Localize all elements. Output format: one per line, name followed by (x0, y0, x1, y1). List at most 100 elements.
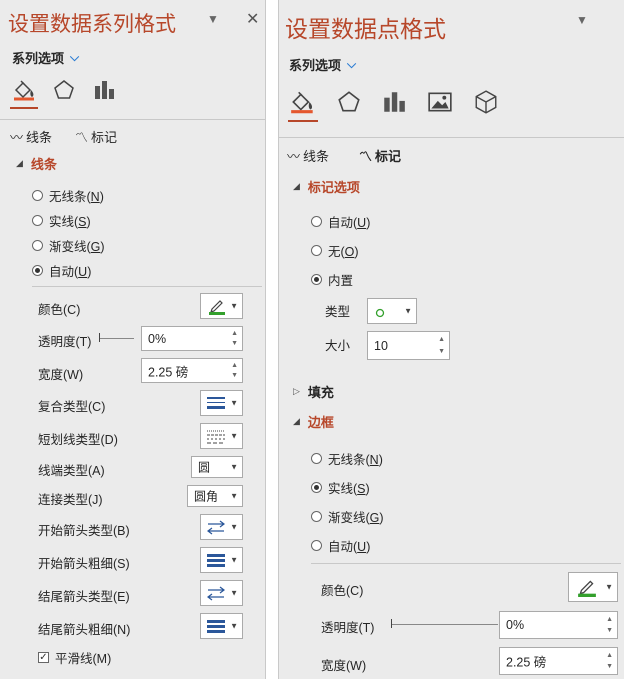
dropdown-arrow-icon: ▼ (230, 301, 238, 311)
collapse-triangle-icon: ◢ (16, 158, 23, 168)
spin-up-icon[interactable]: ▲ (606, 652, 613, 659)
tab-line[interactable]: 〰线条 (10, 127, 52, 146)
spin-up-icon[interactable]: ▲ (438, 336, 445, 343)
circle-marker-icon (375, 305, 385, 323)
pane-options-caret-icon[interactable]: ▼ (576, 13, 588, 27)
spin-down-icon[interactable]: ▼ (606, 663, 613, 670)
tab-line[interactable]: 〰线条 (287, 146, 329, 165)
width-label: 宽度(W) (38, 368, 84, 382)
marker-size-label: 大小 (325, 339, 351, 353)
radio-border-auto[interactable]: 自动(U) (311, 536, 370, 555)
pen-color-icon (577, 577, 597, 602)
dropdown-arrow-icon: ▼ (404, 306, 412, 316)
arrow-type-icon (207, 586, 225, 606)
series-options-chart-icon[interactable] (92, 78, 116, 102)
marker-tab-icon: 〽 (75, 130, 89, 145)
spin-up-icon[interactable]: ▲ (231, 330, 238, 337)
transparency-slider[interactable] (392, 624, 498, 625)
transparency-slider[interactable] (100, 338, 134, 339)
color-picker-button[interactable]: ▼ (568, 572, 618, 602)
dropdown-arrow-icon: ▼ (230, 398, 238, 408)
dash-lines-icon (207, 429, 225, 449)
divider (0, 119, 265, 120)
width-label: 宽度(W) (321, 659, 367, 673)
series-options-dropdown[interactable]: 系列选项 ⌵ (12, 48, 79, 67)
radio-border-gradient[interactable]: 渐变线(G) (311, 507, 384, 526)
end-arrow-type-dropdown[interactable]: ▼ (200, 580, 243, 606)
close-icon[interactable]: ✕ (246, 9, 259, 29)
spin-down-icon[interactable]: ▼ (231, 340, 238, 347)
begin-arrow-type-dropdown[interactable]: ▼ (200, 514, 243, 540)
effects-pentagon-icon[interactable] (52, 78, 76, 102)
radio-marker-auto[interactable]: 自动(U) (311, 212, 370, 231)
color-picker-button[interactable]: ▼ (200, 293, 243, 319)
checkmark-icon: ✓ (38, 652, 49, 663)
dropdown-arrow-icon: ▼ (230, 588, 238, 598)
compound-lines-icon (207, 396, 225, 416)
spin-down-icon[interactable]: ▼ (438, 348, 445, 355)
dropdown-arrow-icon: ▼ (230, 431, 238, 441)
radio-no-line[interactable]: 无线条(N) (32, 186, 104, 205)
width-spinner[interactable]: 2.25 磅 ▲ ▼ (141, 358, 243, 383)
selected-tab-indicator (10, 107, 38, 109)
chevron-down-icon: ⌵ (70, 50, 80, 64)
3d-cube-icon[interactable] (473, 89, 499, 115)
cap-type-dropdown[interactable]: 圆 ▼ (191, 456, 243, 478)
dropdown-arrow-icon: ▼ (230, 621, 238, 631)
transparency-spinner[interactable]: 0% ▲ ▼ (141, 326, 243, 351)
arrow-size-icon (207, 553, 225, 573)
transparency-spinner[interactable]: 0% ▲ ▼ (499, 611, 618, 639)
radio-marker-builtin[interactable]: 内置 (311, 270, 353, 289)
radio-solid-line[interactable]: 实线(S) (32, 211, 91, 230)
marker-type-label: 类型 (325, 305, 351, 319)
marker-tab-icon: 〽 (359, 149, 373, 164)
spin-down-icon[interactable]: ▼ (606, 627, 613, 634)
radio-border-solid[interactable]: 实线(S) (311, 478, 370, 497)
radio-border-no-line[interactable]: 无线条(N) (311, 449, 383, 468)
format-data-point-pane: 设置数据点格式 ▼ 系列选项 ⌵ 〰线条 〽标记 ◢ 标记选项 自动(U) 无(… (278, 0, 624, 679)
join-type-label: 连接类型(J) (38, 493, 103, 507)
color-label: 颜色(C) (321, 584, 364, 598)
fill-line-icon[interactable] (289, 89, 317, 115)
radio-gradient-line[interactable]: 渐变线(G) (32, 236, 105, 255)
dropdown-arrow-icon: ▼ (230, 555, 238, 565)
section-border[interactable]: ◢ 边框 (293, 412, 334, 431)
collapse-triangle-icon: ◢ (293, 181, 300, 191)
chevron-down-icon: ⌵ (347, 57, 357, 71)
picture-icon[interactable] (427, 89, 453, 115)
dash-type-dropdown[interactable]: ▼ (200, 423, 243, 449)
pen-color-icon (208, 297, 226, 320)
dropdown-arrow-icon: ▼ (230, 462, 238, 472)
spin-up-icon[interactable]: ▲ (231, 362, 238, 369)
join-type-dropdown[interactable]: 圆角 ▼ (187, 485, 243, 507)
tab-marker[interactable]: 〽标记 (359, 146, 401, 165)
series-options-dropdown[interactable]: 系列选项 ⌵ (289, 55, 356, 74)
radio-marker-none[interactable]: 无(O) (311, 241, 359, 260)
marker-type-dropdown[interactable]: ▼ (367, 298, 417, 324)
end-arrow-type-label: 结尾箭头类型(E) (38, 590, 130, 604)
series-options-chart-icon[interactable] (381, 89, 407, 115)
series-options-label: 系列选项 (12, 51, 65, 66)
arrow-size-icon (207, 619, 225, 639)
section-fill[interactable]: ▷ 填充 (293, 382, 334, 401)
smooth-line-checkbox[interactable]: ✓ 平滑线(M) (38, 648, 111, 667)
divider (32, 286, 262, 287)
fill-line-icon[interactable] (12, 78, 38, 102)
spin-up-icon[interactable]: ▲ (606, 616, 613, 623)
cap-type-label: 线端类型(A) (38, 464, 105, 478)
series-options-label: 系列选项 (289, 58, 342, 73)
begin-arrow-size-dropdown[interactable]: ▼ (200, 547, 243, 573)
expand-triangle-icon: ▷ (293, 386, 300, 396)
section-marker-options[interactable]: ◢ 标记选项 (293, 177, 360, 196)
width-spinner[interactable]: 2.25 磅 ▲ ▼ (499, 647, 618, 675)
tab-marker[interactable]: 〽标记 (75, 127, 117, 146)
end-arrow-size-dropdown[interactable]: ▼ (200, 613, 243, 639)
spin-down-icon[interactable]: ▼ (231, 372, 238, 379)
pane-options-caret-icon[interactable]: ▼ (207, 12, 219, 26)
marker-size-spinner[interactable]: 10 ▲ ▼ (367, 331, 450, 360)
line-tab-icon: 〰 (287, 149, 301, 164)
radio-automatic[interactable]: 自动(U) (32, 261, 91, 280)
compound-type-dropdown[interactable]: ▼ (200, 390, 243, 416)
section-line[interactable]: ◢ 线条 (16, 154, 57, 173)
effects-pentagon-icon[interactable] (336, 89, 362, 115)
